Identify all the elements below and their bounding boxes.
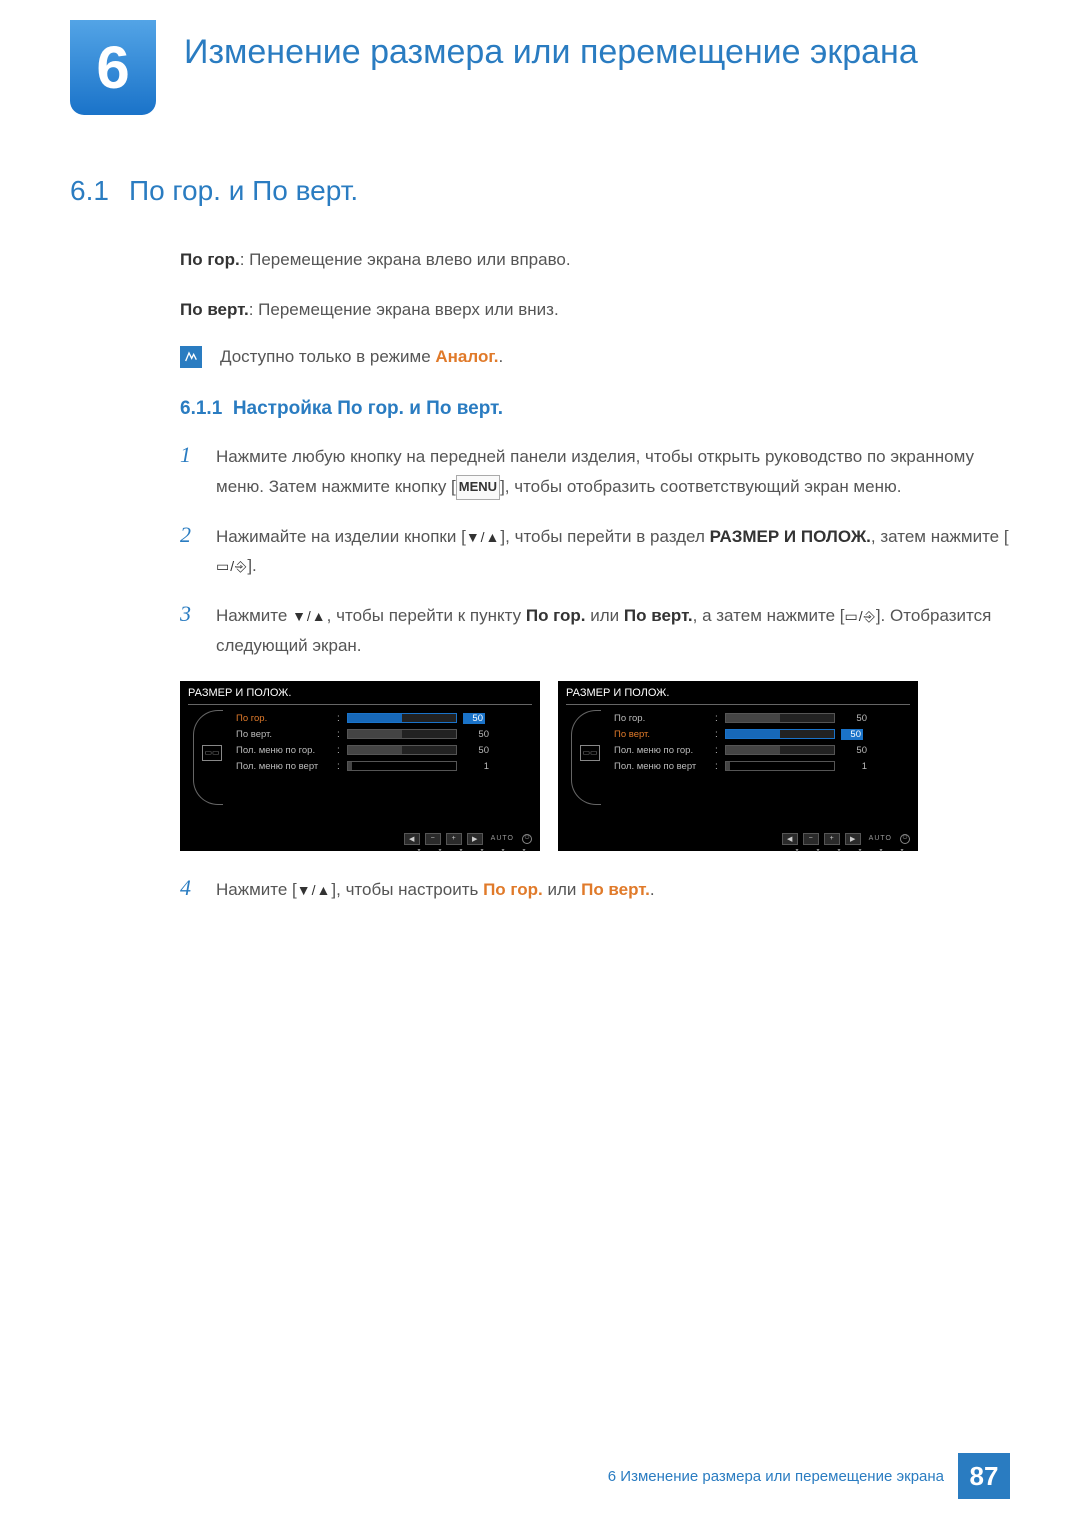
osd-category-icon: ▭▭ [202, 745, 222, 761]
osd-power-icon: ⏻ [522, 834, 532, 844]
osd-row: Пол. меню по гор.: 50 [614, 745, 910, 756]
screen-enter-icons: ▭/⎆ [216, 554, 247, 579]
step-text: Нажмите любую кнопку на передней панели … [216, 442, 1010, 502]
note-icon [180, 346, 202, 368]
osd-btn-right-icon: ▶ [467, 833, 483, 845]
osd-btn-plus-icon: + [824, 833, 840, 845]
osd-row: Пол. меню по верт: 1 [236, 761, 532, 772]
subsection-number: 6.1.1 [180, 398, 222, 419]
osd-row: По гор.: 50 [614, 713, 910, 724]
section-name: РАЗМЕР И ПОЛОЖ. [710, 527, 871, 546]
osd-category-icon: ▭▭ [580, 745, 600, 761]
osd-side: ▭▭ [188, 711, 228, 831]
osd-btn-left-icon: ◀ [404, 833, 420, 845]
osd-footer: ◀ − + ▶ AUTO ⏻ [404, 833, 532, 845]
osd-title: РАЗМЕР И ПОЛОЖ. [188, 687, 532, 705]
osd-row: Пол. меню по гор.: 50 [236, 745, 532, 756]
osd-auto-label: AUTO [488, 835, 517, 842]
note-text: Доступно только в режиме Аналог.. [220, 347, 503, 367]
step-number: 1 [180, 442, 198, 502]
osd-btn-plus-icon: + [446, 833, 462, 845]
osd-footer: ◀ − + ▶ AUTO ⏻ [782, 833, 910, 845]
osd-title: РАЗМЕР И ПОЛОЖ. [566, 687, 910, 705]
osd-panel-2: РАЗМЕР И ПОЛОЖ. ▭▭ По гор.: 50 По вер [558, 681, 918, 851]
osd-row: Пол. меню по верт: 1 [614, 761, 910, 772]
step-text: Нажмите [▼/▲], чтобы настроить По гор. и… [216, 875, 1010, 905]
intro-line-2: По верт.: Перемещение экрана вверх или в… [180, 297, 1010, 323]
subsection-title: Настройка По гор. и По верт. [233, 398, 503, 419]
osd-pair: РАЗМЕР И ПОЛОЖ. ▭▭ По гор.: 50 По вер [180, 681, 1010, 851]
osd-panel-1: РАЗМЕР И ПОЛОЖ. ▭▭ По гор.: 50 По вер [180, 681, 540, 851]
osd-side: ▭▭ [566, 711, 606, 831]
step-number: 3 [180, 601, 198, 661]
step-2: 2 Нажимайте на изделии кнопки [▼/▲], что… [180, 522, 1010, 582]
intro-bold-2: По верт. [180, 300, 249, 319]
down-up-icons: ▼/▲ [466, 525, 501, 550]
page: 6 Изменение размера или перемещение экра… [0, 0, 1080, 1527]
osd-btn-minus-icon: − [425, 833, 441, 845]
osd-row-active: По гор.: 50 [236, 713, 532, 724]
adjust-hor: По гор. [483, 880, 543, 899]
osd-auto-label: AUTO [866, 835, 895, 842]
intro-line-1: По гор.: Перемещение экрана влево или вп… [180, 247, 1010, 273]
osd-rows: По гор.: 50 По верт.: 50 Пол. меню по го… [236, 711, 532, 831]
note-highlight: Аналог. [435, 347, 498, 366]
chapter-number: 6 [96, 33, 129, 102]
osd-btn-right-icon: ▶ [845, 833, 861, 845]
section-heading: 6.1 По гор. и По верт. [70, 175, 1010, 207]
note-row: Доступно только в режиме Аналог.. [180, 346, 1010, 368]
step-number: 4 [180, 875, 198, 905]
chapter-title: Изменение размера или перемещение экрана [184, 20, 918, 74]
osd-power-icon: ⏻ [900, 834, 910, 844]
adjust-ver: По верт. [581, 880, 650, 899]
page-footer: 6 Изменение размера или перемещение экра… [608, 1453, 1010, 1499]
menu-chip: MENU [456, 475, 500, 500]
chapter-header: 6 Изменение размера или перемещение экра… [70, 20, 1010, 115]
step-text: Нажимайте на изделии кнопки [▼/▲], чтобы… [216, 522, 1010, 582]
screen-enter-icons: ▭/⎆ [845, 604, 876, 629]
body: По гор.: Перемещение экрана влево или вп… [180, 247, 1010, 904]
osd-rows: По гор.: 50 По верт.: 50 Пол. меню по го… [614, 711, 910, 831]
osd-below-markers: ▾▾▾▾▾▾ [411, 847, 532, 854]
step-number: 2 [180, 522, 198, 582]
step-4: 4 Нажмите [▼/▲], чтобы настроить По гор.… [180, 875, 1010, 905]
down-up-icons: ▼/▲ [297, 878, 332, 903]
intro-bold-1: По гор. [180, 250, 240, 269]
section-number: 6.1 [70, 175, 109, 206]
osd-btn-left-icon: ◀ [782, 833, 798, 845]
osd-row-active: По верт.: 50 [614, 729, 910, 740]
step-3: 3 Нажмите ▼/▲, чтобы перейти к пункту По… [180, 601, 1010, 661]
page-number: 87 [958, 1453, 1010, 1499]
subsection-heading: 6.1.1 Настройка По гор. и По верт. [180, 398, 1010, 420]
osd-row: По верт.: 50 [236, 729, 532, 740]
footer-text: 6 Изменение размера или перемещение экра… [608, 1468, 958, 1485]
down-up-icons: ▼/▲ [292, 604, 327, 629]
osd-btn-minus-icon: − [803, 833, 819, 845]
section-title: По гор. и По верт. [129, 175, 358, 206]
chapter-badge: 6 [70, 20, 156, 115]
step-1: 1 Нажмите любую кнопку на передней панел… [180, 442, 1010, 502]
step-text: Нажмите ▼/▲, чтобы перейти к пункту По г… [216, 601, 1010, 661]
osd-below-markers: ▾▾▾▾▾▾ [789, 847, 910, 854]
